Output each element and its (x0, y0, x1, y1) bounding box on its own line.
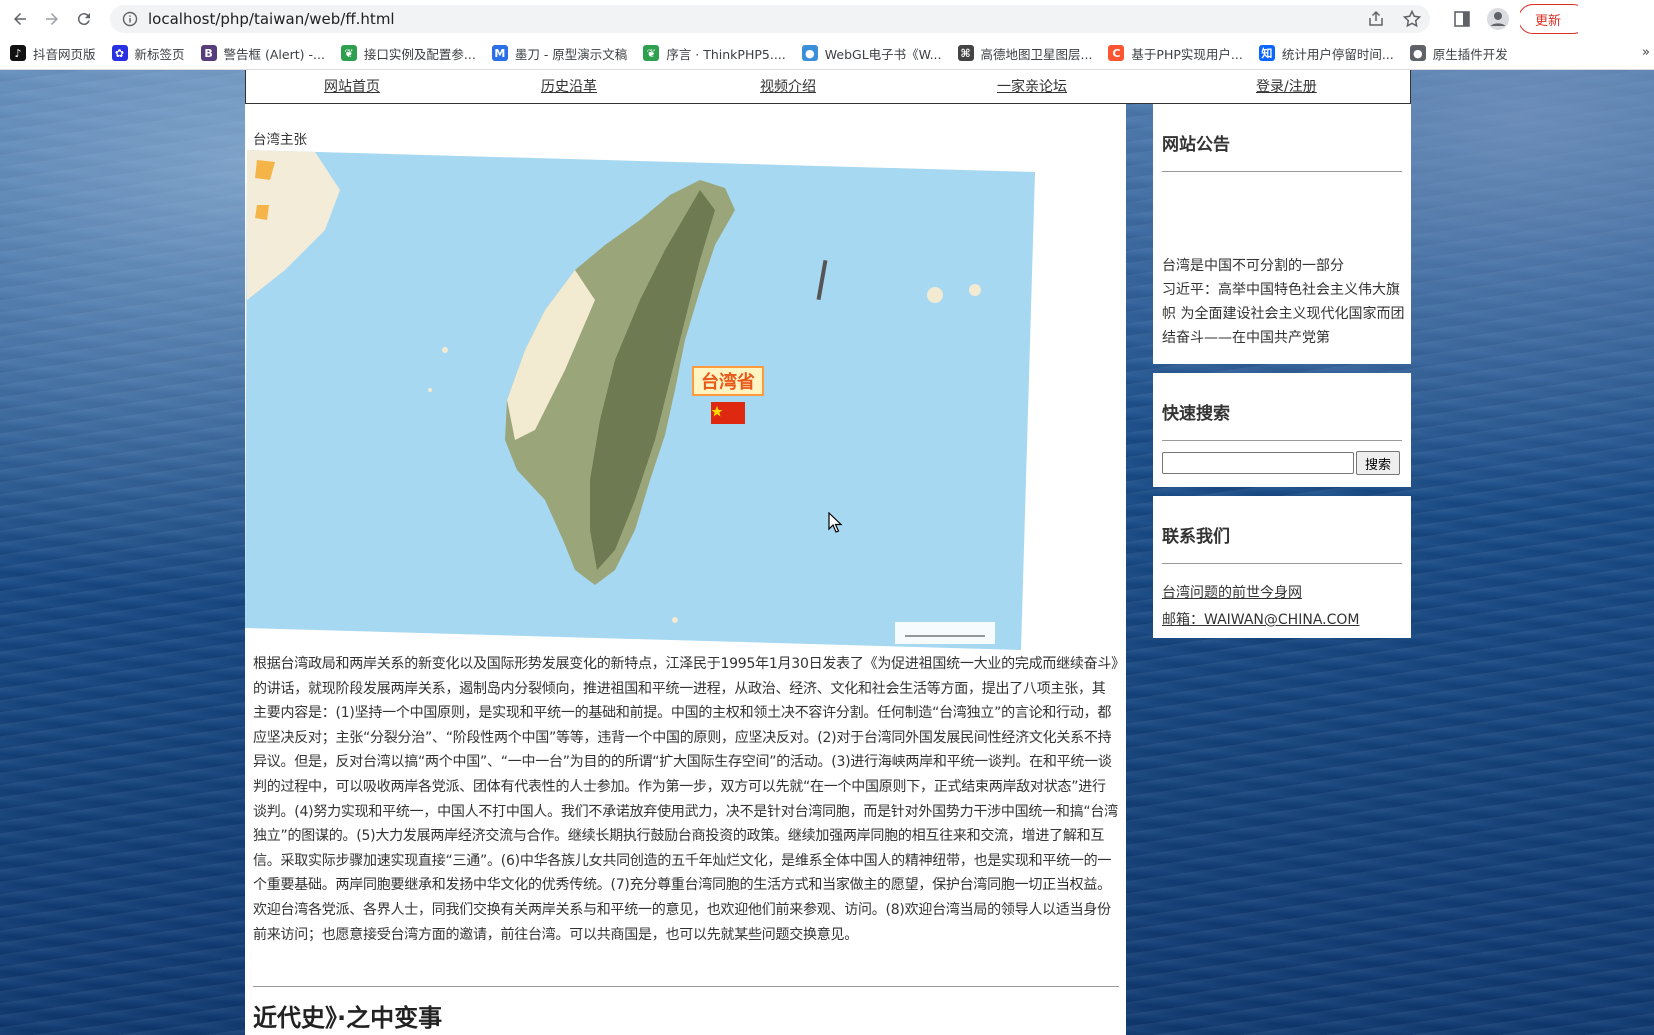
mouse-cursor-icon (828, 512, 843, 533)
star-icon[interactable] (1402, 9, 1422, 29)
search-title: 快速搜索 (1162, 399, 1402, 441)
reload-button[interactable] (72, 7, 96, 31)
share-icon[interactable] (1366, 9, 1386, 29)
profile-avatar-icon[interactable] (1486, 7, 1510, 31)
bookmark-item[interactable]: ● 原生插件开发 (1409, 44, 1508, 63)
leaf-icon: ❦ (643, 45, 660, 61)
bookmark-item[interactable]: ♪ 抖音网页版 (10, 44, 96, 63)
notice-panel: 网站公告 台湾是中国不可分割的一部分 习近平：高举中国特色社会主义伟大旗帜 为全… (1153, 104, 1411, 364)
address-bar[interactable]: localhost/php/taiwan/web/ff.html (110, 4, 1430, 33)
bookmark-label: 墨刀 - 原型演示文稿 (514, 46, 628, 62)
contact-panel: 联系我们 台湾问题的前世今身网 邮箱：WAIWAN@CHINA.COM (1153, 496, 1411, 638)
arrow-right-icon (46, 12, 58, 25)
bookmark-label: 统计用户停留时间... (1281, 46, 1394, 62)
url-text[interactable]: localhost/php/taiwan/web/ff.html (148, 10, 395, 28)
bookmark-label: 基于PHP实现用户... (1131, 46, 1243, 62)
bookmark-label: 抖音网页版 (33, 46, 96, 62)
bookmark-item[interactable]: ✿ 新标签页 (111, 44, 185, 63)
update-label: 更新 (1534, 13, 1561, 29)
notice-list: 台湾是中国不可分割的一部分 习近平：高举中国特色社会主义伟大旗帜 为全面建设社会… (1162, 254, 1406, 350)
contact-email-link[interactable]: 邮箱：WAIWAN@CHINA.COM (1162, 607, 1402, 634)
next-article-heading: 近代史》·之中变事 (253, 1004, 443, 1032)
search-panel: 快速搜索 搜索 (1153, 373, 1411, 487)
nav-history[interactable]: 历史沿革 (541, 76, 597, 96)
bookmark-item[interactable]: ⌘ 高德地图卫星图层... (957, 44, 1093, 63)
bookmark-label: 警告框 (Alert) -... (223, 46, 325, 62)
bookmarks-bar: ♪ 抖音网页版 ✿ 新标签页 B 警告框 (Alert) -... ❦ 接口实例及配置参...… (0, 37, 1654, 70)
leaf-icon: ❦ (340, 45, 357, 61)
arrow-left-icon (14, 12, 26, 25)
bookmark-item[interactable]: ❦ 序言 · ThinkPHP5.... (643, 44, 786, 63)
modao-icon: M (491, 45, 508, 61)
bookmark-label: 接口实例及配置参... (363, 46, 476, 62)
baidu-paw-icon: ✿ (111, 45, 128, 61)
globe-icon: ● (801, 45, 818, 61)
bookmark-item[interactable]: C 基于PHP实现用户... (1108, 44, 1243, 63)
back-button[interactable] (8, 7, 32, 31)
site-nav: 网站首页 历史沿革 视频介绍 一家亲论坛 登录/注册 (245, 70, 1411, 104)
bookmark-item[interactable]: ● WebGL电子书《W... (801, 44, 942, 63)
bookmark-item[interactable]: M 墨刀 - 原型演示文稿 (491, 44, 628, 63)
page-viewport: 网站首页 历史沿革 视频介绍 一家亲论坛 登录/注册 台湾主张 台湾省 根据台湾… (0, 70, 1654, 1035)
csdn-icon: C (1108, 45, 1125, 61)
map-province-label: 台湾省 (701, 371, 755, 393)
contact-title: 联系我们 (1162, 522, 1402, 564)
bookmarks-overflow-button[interactable]: » (1642, 45, 1650, 60)
notice-title: 网站公告 (1162, 130, 1402, 172)
side-panel-icon[interactable] (1452, 9, 1472, 29)
info-icon[interactable] (122, 11, 138, 27)
bootstrap-icon: B (200, 45, 217, 61)
bookmark-item[interactable]: B 警告框 (Alert) -... (200, 44, 325, 63)
bookmark-label: 序言 · ThinkPHP5.... (666, 46, 786, 62)
nav-video[interactable]: 视频介绍 (760, 76, 816, 96)
zhihu-icon: 知 (1258, 45, 1275, 61)
update-button[interactable]: 更新 (1520, 4, 1578, 34)
tiktok-icon: ♪ (10, 45, 26, 61)
article-divider (253, 986, 1119, 987)
nav-home[interactable]: 网站首页 (324, 76, 380, 96)
taiwan-map-image: 台湾省 (245, 150, 1035, 650)
bookmark-label: 新标签页 (134, 46, 185, 62)
nav-forum[interactable]: 一家亲论坛 (997, 76, 1067, 96)
main-content: 台湾主张 台湾省 根据台湾政局和两岸关系的新变化以及国际形势发展变化的新特点，江… (245, 104, 1126, 1035)
contact-site-link[interactable]: 台湾问题的前世今身网 (1162, 580, 1402, 607)
browser-toolbar: localhost/php/taiwan/web/ff.html 更新 (0, 0, 1654, 37)
reload-icon (77, 12, 90, 25)
bookmark-item[interactable]: ❦ 接口实例及配置参... (340, 44, 476, 63)
nav-login[interactable]: 登录/注册 (1256, 76, 1317, 96)
amap-icon: ⌘ (957, 45, 974, 61)
globe-icon: ● (1409, 45, 1426, 61)
search-button[interactable]: 搜索 (1356, 451, 1400, 475)
section-title: 台湾主张 (253, 132, 307, 148)
search-input[interactable] (1162, 452, 1354, 474)
bookmark-label: 原生插件开发 (1432, 46, 1508, 62)
bookmark-item[interactable]: 知统计用户停留时间... (1258, 44, 1394, 63)
forward-button[interactable] (40, 7, 64, 31)
notice-item[interactable]: 习近平：高举中国特色社会主义伟大旗帜 为全面建设社会主义现代化国家而团结奋斗——… (1162, 278, 1406, 350)
bookmark-label: WebGL电子书《W... (824, 46, 942, 62)
bookmark-label: 高德地图卫星图层... (980, 46, 1093, 62)
article-body: 根据台湾政局和两岸关系的新变化以及国际形势发展变化的新特点，江泽民于1995年1… (253, 656, 1118, 943)
notice-item[interactable]: 台湾是中国不可分割的一部分 (1162, 254, 1406, 278)
